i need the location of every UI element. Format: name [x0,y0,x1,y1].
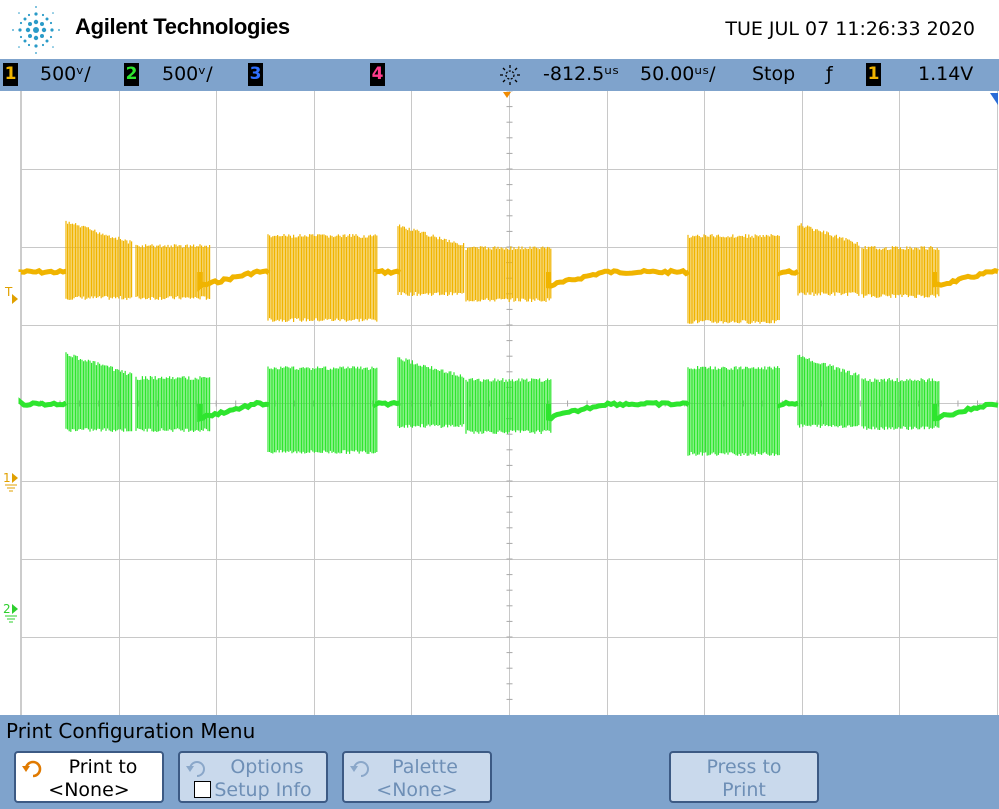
options-softkey[interactable]: Options Setup Info [178,751,328,803]
delay-knob-icon [500,65,520,85]
palette-value: <None> [376,779,458,801]
setup-info-option[interactable]: Setup Info [180,779,326,801]
print-to-value: <None> [48,779,130,801]
options-label: Options [230,756,304,778]
ch2-burst [861,378,940,430]
ch1-burst [267,234,378,322]
palette-softkey[interactable]: Palette <None> [342,751,492,803]
run-state: Stop [752,63,796,85]
ch3-number: 3 [249,64,262,84]
palette-label: Palette [392,756,458,778]
menu-title: Print Configuration Menu [6,719,256,743]
ch1-scale: 500ᵛ/ [40,63,91,85]
ch1-ground-marker-icon[interactable] [12,473,18,483]
agilent-logo-icon [12,6,60,54]
ch4-number: 4 [371,64,384,84]
status-bar: 1 500ᵛ/ 2 500ᵛ/ 3 4 -812.5ᵘˢ 50.00ᵘˢ/ St… [0,59,999,91]
ch2-burst [135,376,211,432]
softkey-menu: Print Configuration Menu Print to <None>… [0,715,999,809]
ch2-number: 2 [125,64,138,84]
header: Agilent Technologies TUE JUL 07 11:26:33… [0,0,999,59]
scroll-right-icon [990,93,998,105]
waveform-canvas: T 1 2 [3,91,999,715]
timestamp: TUE JUL 07 11:26:33 2020 [725,18,975,40]
press-to-print-label: Press to [706,756,782,778]
ch1-number: 1 [4,64,17,84]
ch2-burst [65,352,133,432]
ch2-burst [797,354,860,428]
ch4-badge[interactable]: 4 [370,63,385,86]
print-to-label: Print to [68,756,138,778]
press-to-print-softkey[interactable]: Press to Print [669,751,819,803]
ch2-burst [687,366,780,456]
trigger-source-badge[interactable]: 1 [866,63,881,86]
waveform-display[interactable]: T 1 2 [0,91,999,715]
timebase-value: 50.00ᵘˢ/ [640,63,716,85]
ch2-ground-marker-label: 2 [3,602,11,616]
setup-info-label: Setup Info [214,779,312,801]
ch2-scale: 500ᵛ/ [162,63,213,85]
ch1-burst [397,224,465,296]
trigger-slope-icon: ƒ [826,63,833,85]
trigger-level: 1.14V [918,63,974,85]
ch3-badge[interactable]: 3 [248,63,263,86]
setup-info-checkbox[interactable] [194,781,212,798]
brand-name: Agilent Technologies [75,14,290,39]
delay-value: -812.5ᵘˢ [543,63,620,85]
trigger-level-marker-label: T [4,285,13,299]
ch1-burst [797,223,860,296]
trigger-source-number: 1 [867,64,880,84]
ch1-ground-marker-label: 1 [3,471,11,485]
ch1-burst [65,220,133,300]
ch2-burst [267,366,378,454]
ch2-ground-marker-icon[interactable] [12,604,18,614]
ch1-ground-symbol-icon [5,484,17,492]
print-to-softkey[interactable]: Print to <None> [14,751,164,803]
ch2-ground-symbol-icon [5,615,17,623]
press-to-print-value: Print [722,779,766,801]
trigger-level-marker-icon[interactable] [12,294,18,304]
ch2-burst [397,357,465,428]
ch2-badge[interactable]: 2 [124,63,139,86]
ch2-burst [465,378,552,434]
ch1-badge[interactable]: 1 [3,63,18,86]
ch1-burst [861,246,940,298]
ch1-burst [135,244,211,300]
